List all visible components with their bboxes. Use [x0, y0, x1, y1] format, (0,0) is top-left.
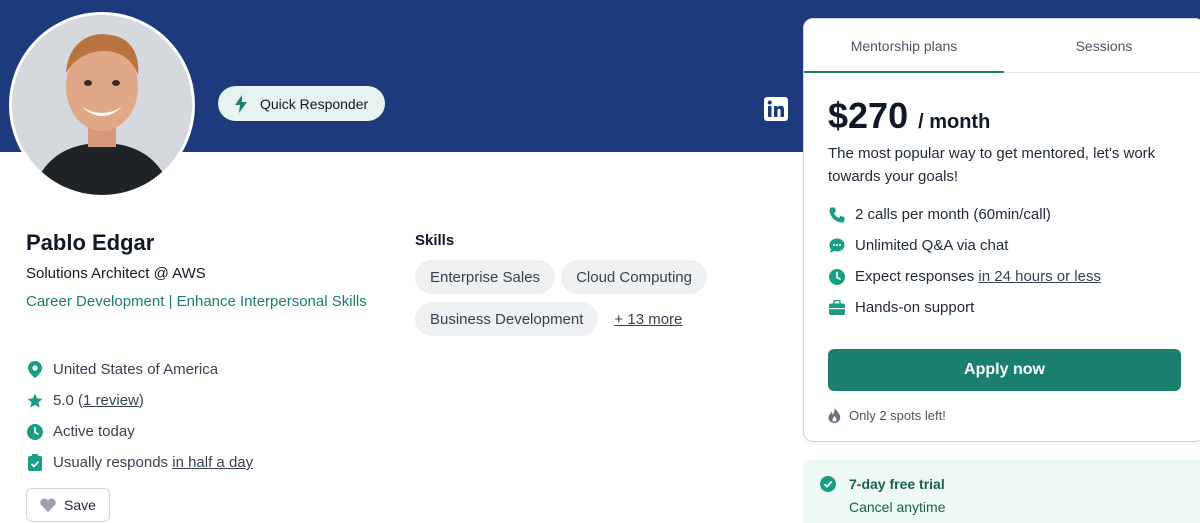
bolt-icon	[234, 94, 250, 113]
location-text: United States of America	[53, 361, 219, 378]
feature-support: Hands-on support	[828, 292, 1101, 323]
linkedin-icon[interactable]	[764, 97, 788, 121]
profile-meta-list: United States of America 5.0 (1 review) …	[26, 354, 253, 478]
check-circle-icon	[820, 476, 836, 492]
mentor-role: Solutions Architect @ AWS	[26, 265, 206, 282]
activity-text: Active today	[53, 423, 135, 440]
feature-chat: Unlimited Q&A via chat	[828, 230, 1101, 261]
skill-chip[interactable]: Enterprise Sales	[415, 260, 556, 294]
plan-tabs: Mentorship plans Sessions	[804, 19, 1200, 73]
tab-mentorship-plans[interactable]: Mentorship plans	[804, 19, 1004, 73]
skills-heading: Skills	[415, 232, 455, 249]
activity-item: Active today	[26, 416, 253, 447]
response-time-link[interactable]: in half a day	[172, 454, 253, 471]
flame-icon	[828, 407, 841, 423]
skill-chip[interactable]: Cloud Computing	[561, 260, 707, 294]
response-prefix: Usually responds	[53, 454, 169, 471]
free-trial-banner: 7-day free trial Cancel anytime	[803, 460, 1200, 523]
tab-sessions[interactable]: Sessions	[1004, 19, 1200, 72]
rating-item: 5.0 (1 review)	[26, 385, 253, 416]
feature-response: Expect responses in 24 hours or less	[828, 261, 1101, 292]
mentorship-plan-card: Mentorship plans Sessions $270 / month T…	[803, 18, 1200, 442]
trial-title: 7-day free trial	[849, 476, 945, 492]
quick-responder-label: Quick Responder	[260, 95, 369, 112]
save-button[interactable]: Save	[26, 488, 110, 522]
clock-icon	[26, 423, 44, 441]
skills-list: Enterprise Sales Cloud Computing Business…	[415, 260, 775, 344]
chat-icon	[828, 237, 846, 255]
phone-icon	[828, 206, 846, 224]
price-period: / month	[918, 111, 991, 133]
clock-icon	[828, 268, 846, 286]
plan-price: $270 / month	[828, 95, 990, 137]
location-item: United States of America	[26, 354, 253, 385]
location-pin-icon	[26, 361, 44, 379]
plan-features: 2 calls per month (60min/call) Unlimited…	[828, 199, 1101, 323]
heart-icon	[40, 498, 56, 512]
feature-calls: 2 calls per month (60min/call)	[828, 199, 1101, 230]
more-skills-link[interactable]: + 13 more	[614, 311, 682, 328]
clipboard-check-icon	[26, 454, 44, 472]
avatar-photo	[12, 15, 192, 195]
feature-support-text: Hands-on support	[855, 299, 975, 316]
spots-left-notice: Only 2 spots left!	[828, 407, 946, 423]
price-amount: $270	[828, 95, 909, 136]
mentor-focus-areas[interactable]: Career Development | Enhance Interperson…	[26, 290, 386, 313]
feature-response-prefix: Expect responses	[855, 268, 975, 285]
apply-now-button[interactable]: Apply now	[828, 349, 1181, 391]
rating-value: 5.0	[53, 392, 74, 409]
skill-chip[interactable]: Business Development	[415, 302, 599, 336]
quick-responder-badge: Quick Responder	[218, 86, 385, 121]
mentor-name: Pablo Edgar	[26, 230, 155, 255]
briefcase-icon	[828, 299, 846, 317]
response-time-item: Usually responds in half a day	[26, 447, 253, 478]
save-button-label: Save	[64, 497, 96, 513]
feature-response-link[interactable]: in 24 hours or less	[978, 268, 1101, 285]
feature-calls-text: 2 calls per month (60min/call)	[855, 206, 1051, 223]
avatar	[9, 12, 195, 198]
feature-chat-text: Unlimited Q&A via chat	[855, 237, 1009, 254]
star-icon	[26, 392, 44, 410]
reviews-link[interactable]: 1 review	[83, 392, 139, 409]
trial-subtitle: Cancel anytime	[849, 499, 946, 515]
plan-description: The most popular way to get mentored, le…	[828, 145, 1156, 185]
spots-left-text: Only 2 spots left!	[849, 407, 946, 423]
